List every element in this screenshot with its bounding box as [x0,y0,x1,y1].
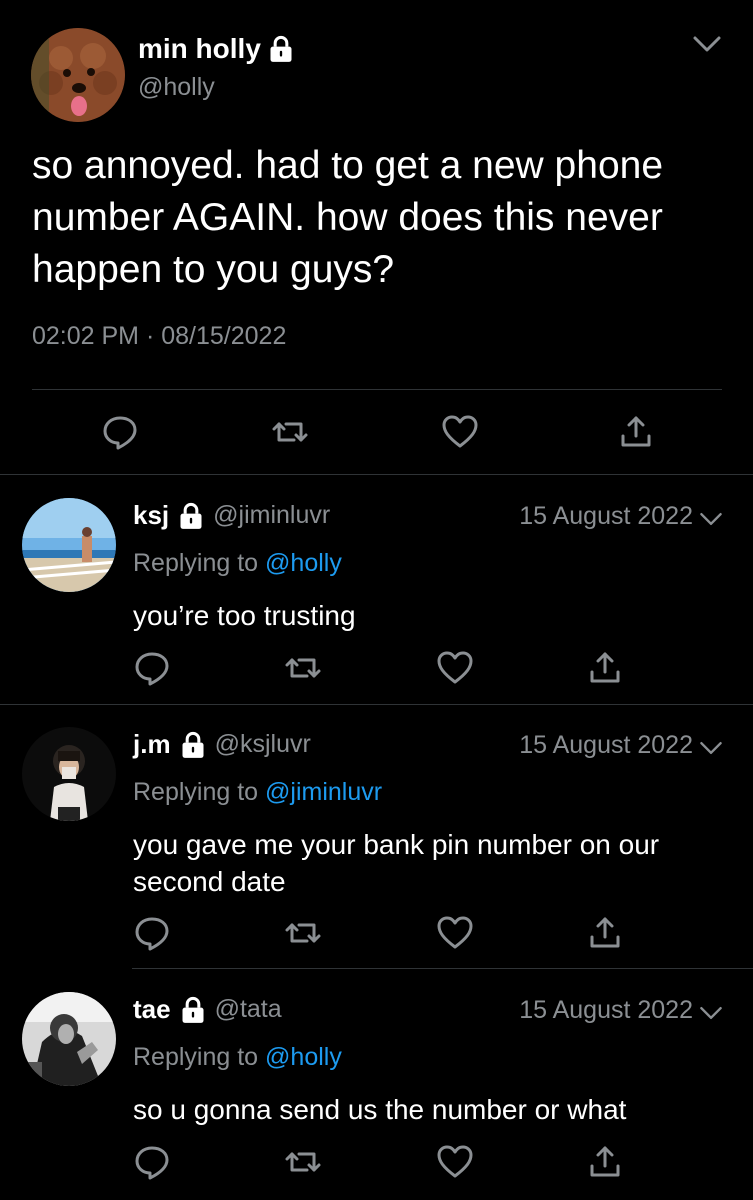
date-text[interactable]: 15 August 2022 [519,502,693,531]
replying-to: Replying to @holly [133,1043,342,1072]
like-icon[interactable] [435,1142,475,1182]
avatar-ksj[interactable] [22,498,116,592]
retweet-icon[interactable] [270,412,310,452]
replying-prefix: Replying to [133,1043,259,1071]
share-icon[interactable] [616,412,656,452]
avatar-tae[interactable] [22,992,116,1086]
handle[interactable]: @jiminluvr [213,501,330,530]
share-icon[interactable] [585,1142,625,1182]
reply-icon[interactable] [132,1142,172,1182]
reply-text: you gave me your bank pin number on our … [133,829,660,897]
lock-icon [177,502,205,530]
display-name[interactable]: min holly [138,33,295,65]
divider [32,389,722,390]
display-name[interactable]: j.m [133,729,171,760]
display-name[interactable]: tae [133,994,171,1025]
reply-text: you’re too trusting [133,600,356,631]
retweet-icon[interactable] [283,648,323,688]
reply-date: 15 August 2022 [519,502,723,531]
handle[interactable]: @tata [215,995,282,1024]
chevron-down-icon[interactable] [699,1001,723,1021]
lock-icon [179,996,207,1024]
chevron-down-icon[interactable] [699,507,723,527]
display-name-text: min holly [138,33,261,64]
replying-to: Replying to @holly [133,549,342,578]
reply-icon[interactable] [132,913,172,953]
reply-icon[interactable] [100,412,140,452]
date-text[interactable]: 15 August 2022 [519,731,693,760]
avatar-min-holly[interactable] [31,28,125,122]
avatar-jm[interactable] [22,727,116,821]
reply-header: tae @tata [133,994,282,1025]
replying-prefix: Replying to [133,549,259,577]
replying-to: Replying to @jiminluvr [133,778,382,807]
divider [0,704,753,705]
display-name[interactable]: ksj [133,500,169,531]
divider [132,968,753,969]
replying-prefix: Replying to [133,778,259,806]
reply-text: so u gonna send us the number or what [133,1094,627,1125]
reply-header: ksj @jiminluvr [133,500,330,531]
like-icon[interactable] [440,412,480,452]
share-icon[interactable] [585,913,625,953]
replying-to-link[interactable]: @jiminluvr [265,778,382,806]
chevron-down-icon[interactable] [692,32,722,56]
handle[interactable]: @holly [138,73,215,102]
lock-icon [179,731,207,759]
divider [0,474,753,475]
tweet-timestamp[interactable]: 02:02 PM · 08/15/2022 [32,322,286,351]
like-icon[interactable] [435,648,475,688]
date-text[interactable]: 15 August 2022 [519,996,693,1025]
retweet-icon[interactable] [283,913,323,953]
reply-icon[interactable] [132,648,172,688]
lock-icon [267,35,295,63]
handle[interactable]: @ksjluvr [215,730,311,759]
like-icon[interactable] [435,913,475,953]
retweet-icon[interactable] [283,1142,323,1182]
replying-to-link[interactable]: @holly [265,1043,342,1071]
chevron-down-icon[interactable] [699,736,723,756]
tweet-text: so annoyed. had to get a new phone numbe… [32,144,664,291]
share-icon[interactable] [585,648,625,688]
reply-header: j.m @ksjluvr [133,729,311,760]
replying-to-link[interactable]: @holly [265,549,342,577]
reply-date: 15 August 2022 [519,996,723,1025]
reply-date: 15 August 2022 [519,731,723,760]
